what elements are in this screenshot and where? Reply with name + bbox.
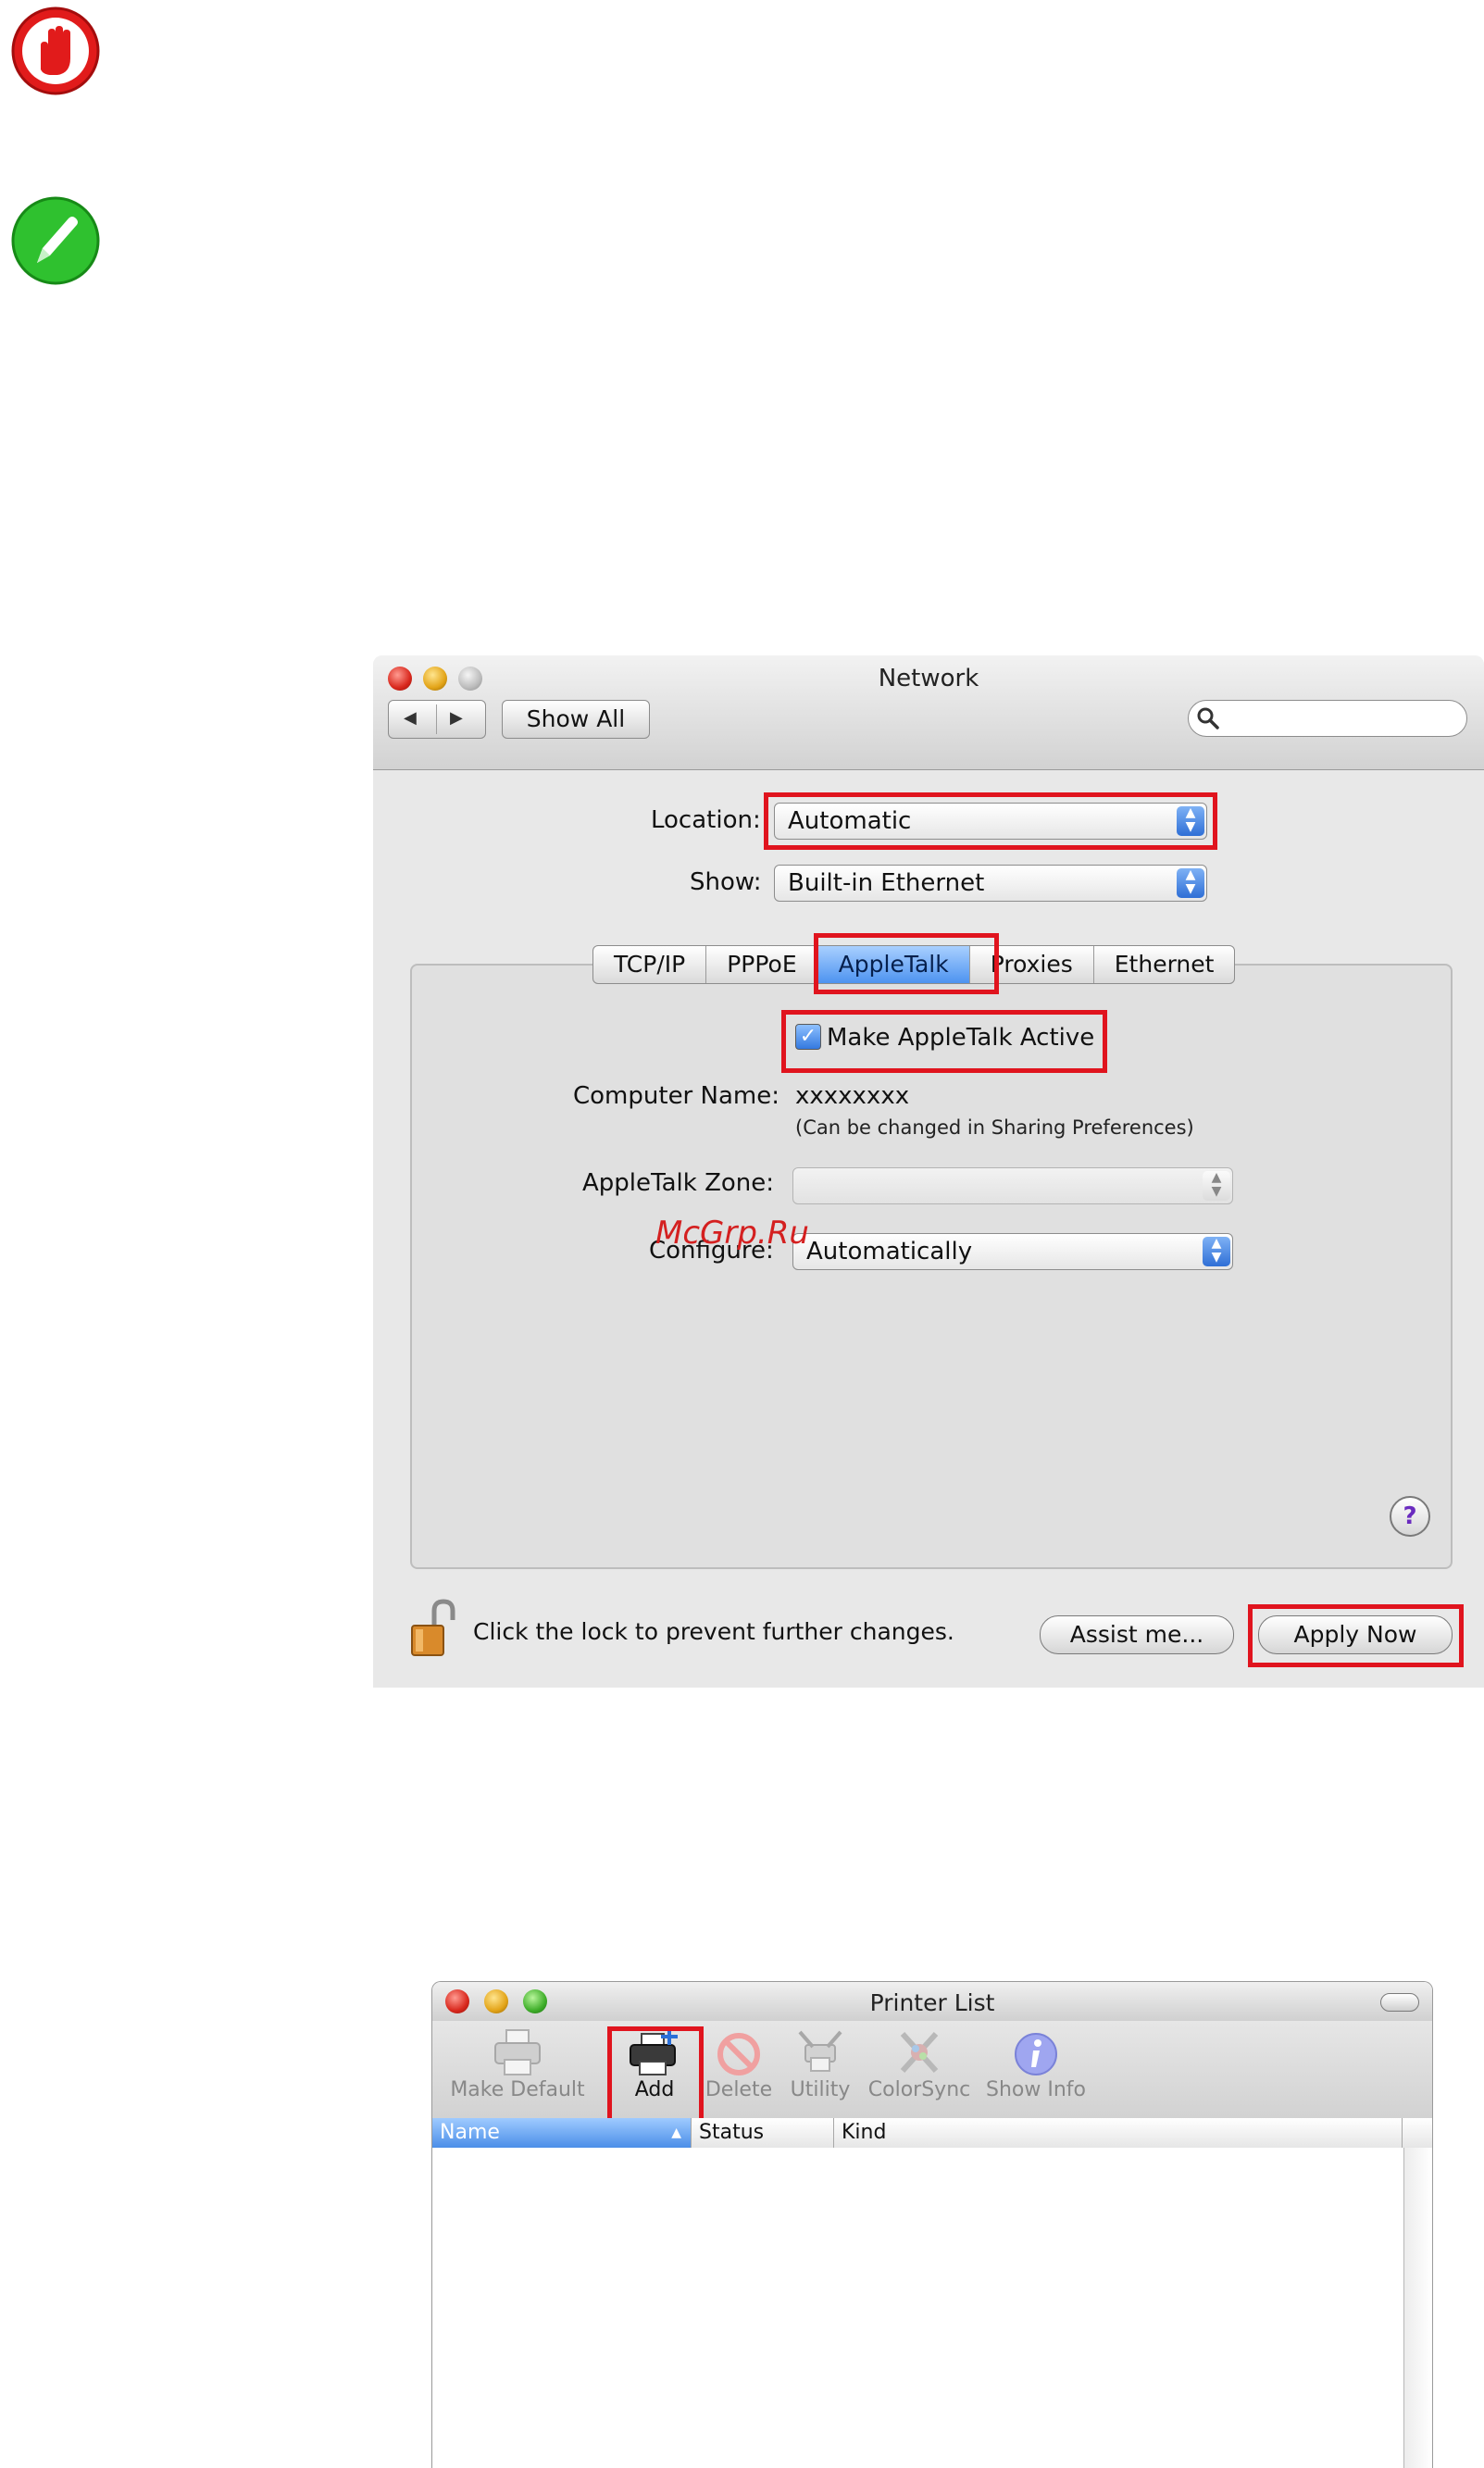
column-name[interactable]: Name ▲ [432, 2118, 692, 2148]
printer-list-window: Printer List Make Default Add Delete Uti… [431, 1981, 1433, 2468]
make-default-label: Make Default [450, 2078, 585, 2101]
column-header-row: Name ▲ Status Kind [432, 2118, 1432, 2149]
highlight-appletalk-tab [814, 933, 999, 994]
back-forward-control: ◀ ▶ [388, 700, 486, 739]
tab-pppoe[interactable]: PPPoE [706, 946, 818, 983]
computer-name-label: Computer Name: [573, 1082, 779, 1110]
printer-list-table[interactable] [432, 2148, 1404, 2468]
column-kind[interactable]: Kind [834, 2118, 1403, 2148]
vertical-scrollbar[interactable] [1403, 2148, 1432, 2468]
tab-tcpip[interactable]: TCP/IP [593, 946, 707, 983]
watermark: McGrp.Ru [655, 1215, 809, 1252]
forward-arrow-icon[interactable]: ▶ [450, 708, 463, 728]
printer-list-title: Printer List [869, 1989, 995, 2016]
utility-label: Utility [790, 2078, 851, 2101]
highlight-location [764, 792, 1217, 850]
window-title: Network [878, 665, 979, 692]
network-titlebar: Network ◀ ▶ Show All [373, 655, 1484, 770]
configure-popup[interactable]: Automatically ▲ ▼ [792, 1233, 1233, 1270]
show-info-label: Show Info [986, 2078, 1086, 2101]
colorsync-label: ColorSync [867, 2078, 971, 2101]
note-pencil-icon [11, 196, 100, 285]
popup-arrows-icon: ▲ ▼ [1203, 1237, 1230, 1266]
search-field[interactable] [1188, 700, 1467, 737]
highlight-apply-now [1248, 1604, 1464, 1667]
delete-label: Delete [705, 2078, 773, 2101]
show-info-button[interactable]: Show Info [980, 2021, 1091, 2118]
computer-name-value: xxxxxxxx [795, 1082, 910, 1110]
utility-button[interactable]: Utility [780, 2021, 860, 2118]
configure-value: Automatically [806, 1238, 973, 1265]
highlight-make-active [781, 1010, 1107, 1073]
network-window: Network ◀ ▶ Show All Location: Automatic… [373, 655, 1484, 1688]
search-icon [1197, 707, 1219, 729]
toolbar-toggle-button[interactable] [1380, 1993, 1419, 2012]
appletalk-zone-popup[interactable]: ▲ ▼ [792, 1167, 1233, 1204]
printer-icon [494, 2029, 541, 2075]
utility-icon [798, 2030, 842, 2072]
caution-hand-icon [11, 6, 100, 95]
lock-icon[interactable] [410, 1598, 458, 1657]
show-popup[interactable]: Built-in Ethernet ▲ ▼ [774, 865, 1207, 902]
printer-list-titlebar: Printer List [432, 1982, 1432, 2022]
tab-ethernet[interactable]: Ethernet [1094, 946, 1235, 983]
column-name-label: Name [440, 2121, 500, 2144]
help-button[interactable]: ? [1390, 1496, 1430, 1537]
popup-arrows-icon: ▲ ▼ [1177, 868, 1204, 898]
appletalk-zone-label: AppleTalk Zone: [582, 1169, 775, 1197]
show-value: Built-in Ethernet [788, 869, 985, 897]
back-arrow-icon[interactable]: ◀ [404, 708, 417, 728]
printer-toolbar: Make Default Add Delete Utility ColorSyn… [432, 2021, 1432, 2119]
colorsync-icon [900, 2031, 939, 2074]
sort-ascending-icon: ▲ [671, 2125, 681, 2140]
lock-text: Click the lock to prevent further change… [473, 1618, 954, 1645]
computer-name-hint: (Can be changed in Sharing Preferences) [795, 1116, 1194, 1139]
delete-button[interactable]: Delete [701, 2021, 777, 2118]
column-status[interactable]: Status [692, 2118, 834, 2148]
location-label: Location: [651, 806, 761, 834]
assist-me-button[interactable]: Assist me... [1040, 1615, 1234, 1654]
popup-arrows-icon: ▲ ▼ [1203, 1171, 1230, 1201]
delete-icon [717, 2033, 760, 2075]
highlight-add [607, 2026, 704, 2123]
show-label: Show: [690, 868, 762, 896]
colorsync-button[interactable]: ColorSync [864, 2021, 975, 2118]
make-default-button[interactable]: Make Default [443, 2021, 592, 2118]
info-icon [1015, 2033, 1057, 2075]
show-all-button[interactable]: Show All [502, 700, 650, 739]
